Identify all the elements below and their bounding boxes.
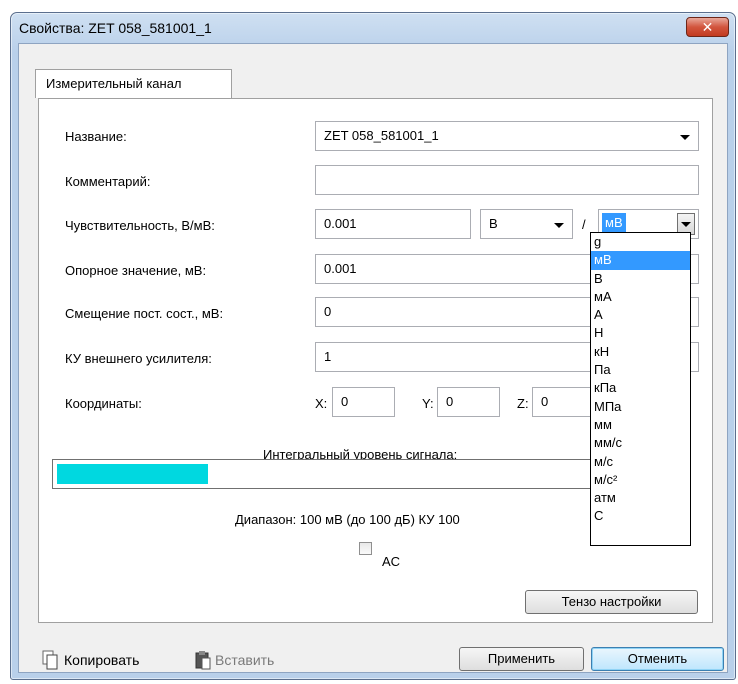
unit-option[interactable]: мВ <box>591 251 690 270</box>
name-label: Название: <box>65 129 127 144</box>
unit-option[interactable]: Па <box>591 361 690 379</box>
chevron-down-icon <box>680 135 690 140</box>
unit-separator: / <box>582 217 586 232</box>
paste-label: Вставить <box>215 652 275 668</box>
x-input[interactable]: 0 <box>332 387 395 417</box>
close-button[interactable]: ✕ <box>686 17 729 37</box>
unit-dropdown-list[interactable]: g мВ ВмА А НкН Па кПа МПа мм мм/с м/с м/с² атм С <box>590 232 691 546</box>
unit-option[interactable]: м/с <box>591 453 690 471</box>
unit-numerator-value: В <box>489 216 498 231</box>
ac-checkbox[interactable] <box>359 542 372 555</box>
unit-option[interactable]: мА <box>591 288 690 306</box>
signal-level-fill <box>57 464 209 484</box>
y-label: Y: <box>422 396 434 411</box>
title-bar[interactable]: Свойства: ZET 058_581001_1 ✕ <box>11 13 735 43</box>
reference-label: Опорное значение, мВ: <box>65 263 207 278</box>
name-value: ZET 058_581001_1 <box>324 128 439 143</box>
unit-option[interactable]: мм/с <box>591 434 690 452</box>
gain-label: КУ внешнего усилителя: <box>65 351 212 366</box>
chevron-down-icon <box>554 223 564 228</box>
copy-icon <box>42 650 58 670</box>
tab-measurement-channel[interactable]: Измерительный канал <box>35 69 232 98</box>
z-label: Z: <box>517 396 529 411</box>
window-title: Свойства: ZET 058_581001_1 <box>19 20 212 36</box>
z-input[interactable]: 0 <box>532 387 595 417</box>
x-label: X: <box>315 396 328 411</box>
unit-option[interactable]: С <box>591 507 690 525</box>
sensitivity-input[interactable]: 0.001 <box>315 209 471 239</box>
comment-field[interactable] <box>315 165 699 195</box>
sensitivity-label: Чувствительность, В/мВ: <box>65 218 215 233</box>
name-combobox[interactable]: ZET 058_581001_1 <box>315 121 699 151</box>
unit-option[interactable]: м/с² <box>591 471 690 489</box>
copy-label: Копировать <box>64 652 140 668</box>
unit-option[interactable]: В <box>591 270 690 288</box>
comment-label: Комментарий: <box>65 174 151 189</box>
unit-option[interactable]: кН <box>591 343 690 361</box>
apply-button[interactable]: Применить <box>459 647 584 671</box>
copy-button[interactable]: Копировать <box>42 649 182 671</box>
unit-option[interactable]: МПа <box>591 398 690 416</box>
offset-label: Смещение пост. сост., мВ: <box>65 306 224 321</box>
unit-option[interactable]: А <box>591 306 690 324</box>
chevron-down-icon <box>681 222 691 227</box>
unit-denominator-value: мВ <box>602 213 626 232</box>
cancel-button[interactable]: Отменить <box>591 647 724 671</box>
unit-option[interactable]: атм <box>591 489 690 507</box>
paste-button[interactable]: Вставить <box>195 649 315 671</box>
tenso-settings-button[interactable]: Тензо настройки <box>525 590 698 614</box>
y-input[interactable]: 0 <box>437 387 500 417</box>
unit-option[interactable]: кПа <box>591 379 690 397</box>
unit-numerator-select[interactable]: В <box>480 209 573 239</box>
clipboard-icon <box>195 651 211 670</box>
unit-option[interactable]: g <box>591 233 690 251</box>
unit-option[interactable]: Н <box>591 324 690 342</box>
coordinates-label: Координаты: <box>65 396 142 411</box>
ac-checkbox-label: AC <box>382 554 401 569</box>
unit-option[interactable]: мм <box>591 416 690 434</box>
range-text: Диапазон: 100 мВ (до 100 дБ) КУ 100 <box>235 512 460 527</box>
